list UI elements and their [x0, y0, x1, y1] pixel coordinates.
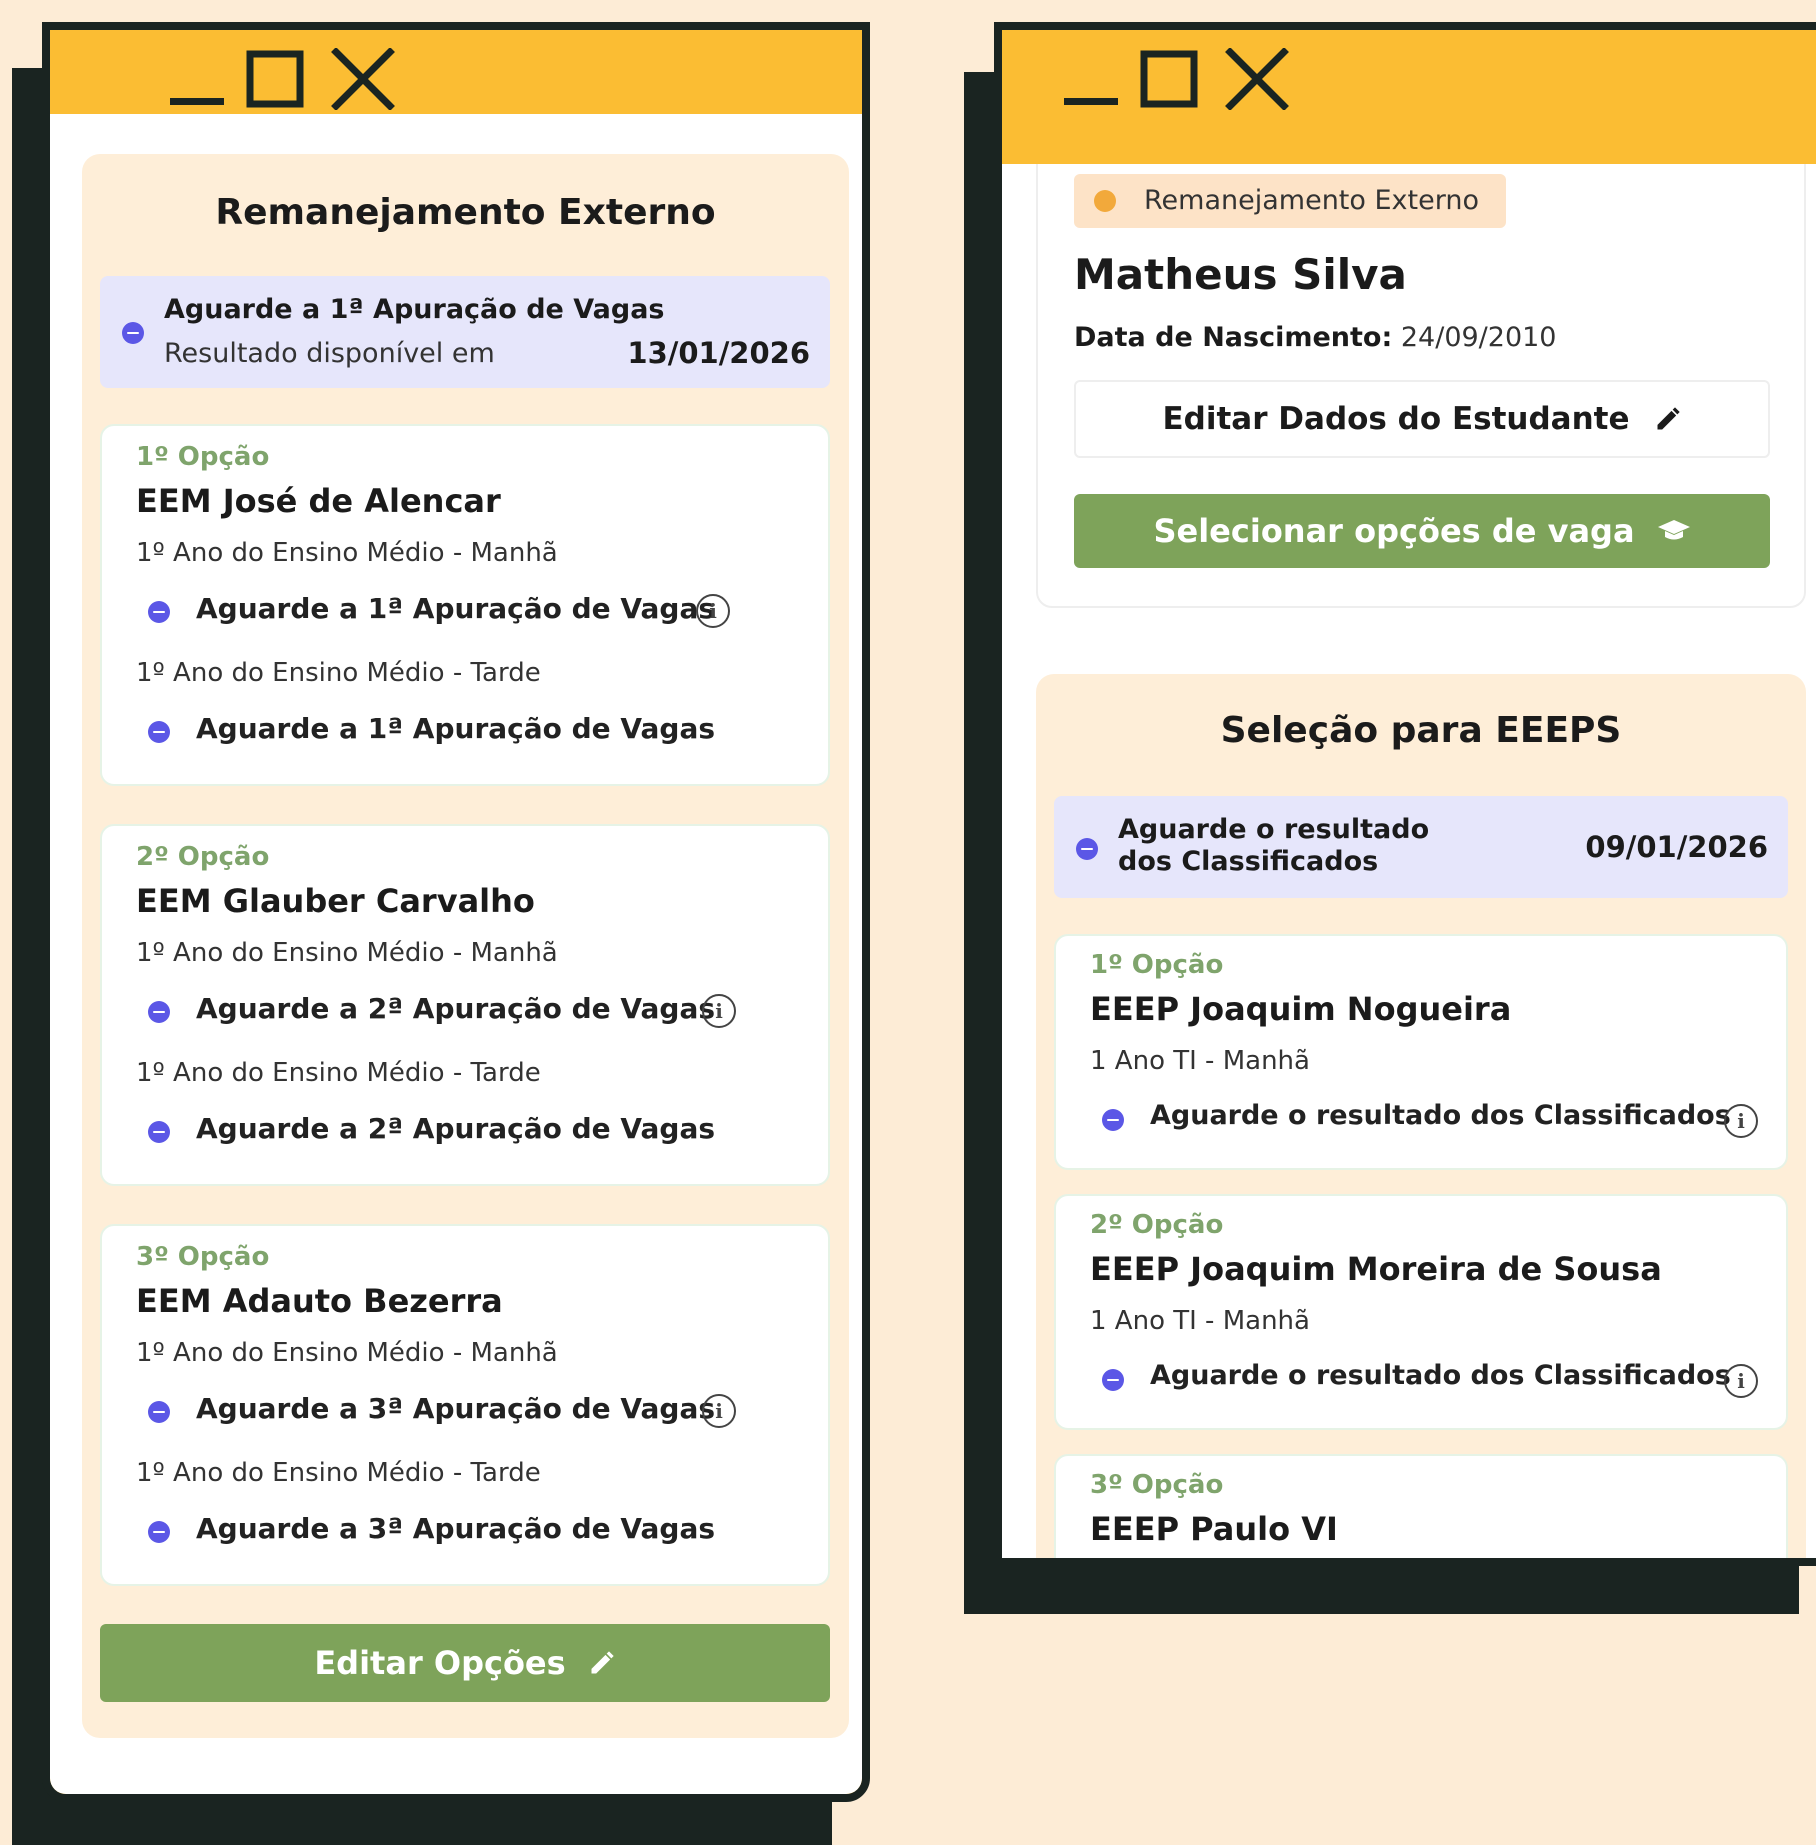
- close-icon[interactable]: [1222, 48, 1292, 110]
- school-name: EEM José de Alencar: [136, 482, 501, 520]
- close-icon[interactable]: [328, 48, 398, 110]
- panel-title: Remanejamento Externo: [215, 192, 716, 233]
- info-icon[interactable]: i: [702, 1394, 736, 1428]
- maximize-icon[interactable]: [1134, 48, 1212, 110]
- birth-value: 24/09/2010: [1400, 322, 1557, 353]
- status-text: Aguarde o resultado dos Classificados: [1150, 1360, 1731, 1391]
- edit-student-label: Editar Dados do Estudante: [1162, 401, 1630, 437]
- shift-afternoon: 1º Ano do Ensino Médio - Tarde: [136, 1058, 541, 1088]
- remanejamento-panel: Remanejamento Externo Aguarde a 1ª Apura…: [82, 154, 849, 1738]
- shift-morning: 1º Ano do Ensino Médio - Manhã: [136, 1338, 558, 1368]
- status-dot-icon: [1102, 1369, 1124, 1391]
- course-shift: 1 Ano TI - Manhã: [1090, 1046, 1310, 1076]
- edit-student-button[interactable]: Editar Dados do Estudante: [1074, 380, 1770, 458]
- select-options-button[interactable]: Selecionar opções de vaga: [1074, 494, 1770, 568]
- tag-label: Remanejamento Externo: [1144, 185, 1479, 216]
- minimize-icon[interactable]: [1060, 48, 1120, 110]
- left-window: Remanejamento Externo Aguarde a 1ª Apura…: [42, 22, 870, 1802]
- school-name: EEEP Joaquim Moreira de Sousa: [1090, 1250, 1662, 1288]
- option-label: 1º Opção: [1090, 950, 1224, 980]
- status-afternoon: Aguarde a 1ª Apuração de Vagas: [196, 712, 716, 745]
- info-icon[interactable]: i: [702, 994, 736, 1028]
- shift-morning: 1º Ano do Ensino Médio - Manhã: [136, 538, 558, 568]
- apuracao-notice: Aguarde a 1ª Apuração de Vagas Resultado…: [100, 276, 830, 388]
- notice-date: 09/01/2026: [1585, 830, 1768, 864]
- option-card-2[interactable]: 2º Opção EEM Glauber Carvalho 1º Ano do …: [100, 824, 830, 1186]
- edit-options-label: Editar Opções: [314, 1644, 566, 1682]
- school-name: EEEP Joaquim Nogueira: [1090, 990, 1512, 1028]
- shift-afternoon: 1º Ano do Ensino Médio - Tarde: [136, 658, 541, 688]
- option-card-3[interactable]: 3º Opção EEEP Paulo VI: [1054, 1454, 1788, 1558]
- status-morning: Aguarde a 2ª Apuração de Vagas: [196, 992, 716, 1025]
- option-label: 3º Opção: [1090, 1470, 1224, 1500]
- process-tag: Remanejamento Externo: [1074, 174, 1506, 228]
- status-morning: Aguarde a 3ª Apuração de Vagas: [196, 1392, 716, 1425]
- status-dot-icon: [148, 1121, 170, 1143]
- option-card-2[interactable]: 2º Opção EEEP Joaquim Moreira de Sousa 1…: [1054, 1194, 1788, 1430]
- pencil-icon: [591, 1651, 614, 1674]
- info-icon[interactable]: i: [1724, 1364, 1758, 1398]
- birth-row: Data de Nascimento: 24/09/2010: [1074, 322, 1556, 353]
- status-afternoon: Aguarde a 3ª Apuração de Vagas: [196, 1512, 716, 1545]
- eeeps-panel: Seleção para EEEPS Aguarde o resultado d…: [1036, 674, 1806, 1558]
- maximize-icon[interactable]: [240, 48, 318, 110]
- graduation-cap-icon: [1657, 520, 1690, 540]
- school-name: EEEP Paulo VI: [1090, 1510, 1338, 1548]
- select-options-label: Selecionar opções de vaga: [1153, 512, 1635, 550]
- left-window-controls: [166, 48, 398, 110]
- right-window-controls: [1060, 48, 1292, 110]
- notice-title: Aguarde o resultado dos Classificados: [1118, 814, 1430, 877]
- right-window: Remanejamento Externo Matheus Silva Data…: [994, 22, 1816, 1566]
- student-card: Remanejamento Externo Matheus Silva Data…: [1036, 164, 1806, 608]
- option-label: 2º Opção: [136, 842, 270, 872]
- status-text: Aguarde o resultado dos Classificados: [1150, 1100, 1731, 1131]
- panel-title: Seleção para EEEPS: [1220, 710, 1622, 751]
- status-dot-icon: [1102, 1109, 1124, 1131]
- option-label: 2º Opção: [1090, 1210, 1224, 1240]
- tag-dot-icon: [1094, 190, 1116, 212]
- status-dot-icon: [1076, 838, 1098, 860]
- status-afternoon: Aguarde a 2ª Apuração de Vagas: [196, 1112, 716, 1145]
- notice-subtitle: Resultado disponível em: [164, 338, 495, 369]
- option-label: 1º Opção: [136, 442, 270, 472]
- right-window-content: Remanejamento Externo Matheus Silva Data…: [1002, 164, 1816, 1558]
- notice-date: 13/01/2026: [627, 336, 810, 370]
- left-window-content: Remanejamento Externo Aguarde a 1ª Apura…: [50, 114, 862, 1794]
- status-dot-icon: [148, 1001, 170, 1023]
- course-shift: 1 Ano TI - Manhã: [1090, 1306, 1310, 1336]
- birth-label: Data de Nascimento:: [1074, 322, 1393, 353]
- minimize-icon[interactable]: [166, 48, 226, 110]
- notice-title: Aguarde a 1ª Apuração de Vagas: [164, 294, 665, 325]
- edit-options-button[interactable]: Editar Opções: [100, 1624, 830, 1702]
- shift-afternoon: 1º Ano do Ensino Médio - Tarde: [136, 1458, 541, 1488]
- status-morning: Aguarde a 1ª Apuração de Vagas: [196, 592, 716, 625]
- school-name: EEM Glauber Carvalho: [136, 882, 535, 920]
- status-dot-icon: [148, 721, 170, 743]
- pencil-icon: [1657, 407, 1680, 430]
- classificados-notice: Aguarde o resultado dos Classificados 09…: [1054, 796, 1788, 898]
- school-name: EEM Adauto Bezerra: [136, 1282, 503, 1320]
- student-name: Matheus Silva: [1074, 250, 1407, 299]
- shift-morning: 1º Ano do Ensino Médio - Manhã: [136, 938, 558, 968]
- status-dot-icon: [148, 1521, 170, 1543]
- option-card-1[interactable]: 1º Opção EEEP Joaquim Nogueira 1 Ano TI …: [1054, 934, 1788, 1170]
- info-icon[interactable]: i: [696, 594, 730, 628]
- status-dot-icon: [148, 601, 170, 623]
- status-dot-icon: [122, 322, 144, 344]
- option-card-1[interactable]: 1º Opção EEM José de Alencar 1º Ano do E…: [100, 424, 830, 786]
- option-card-3[interactable]: 3º Opção EEM Adauto Bezerra 1º Ano do En…: [100, 1224, 830, 1586]
- status-dot-icon: [148, 1401, 170, 1423]
- option-label: 3º Opção: [136, 1242, 270, 1272]
- info-icon[interactable]: i: [1724, 1104, 1758, 1138]
